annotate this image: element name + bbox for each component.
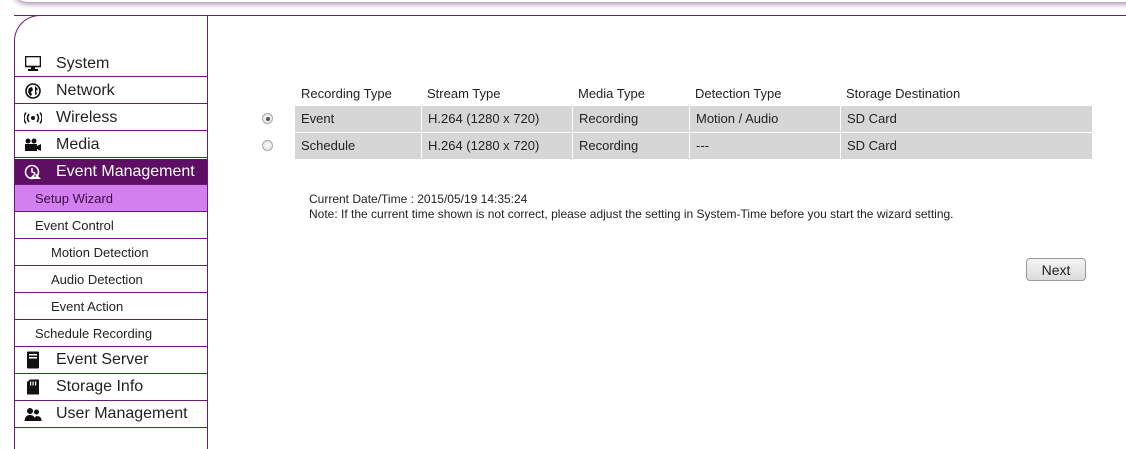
cell-media-type: Recording xyxy=(572,106,689,132)
info-panel: Current Date/Time : 2015/05/19 14:35:24 … xyxy=(309,192,954,222)
sidebar-item-user-management[interactable]: User Management xyxy=(15,401,207,428)
sidebar-item-label: Media xyxy=(56,135,100,153)
sidebar-subitem-setup-wizard[interactable]: Setup Wizard xyxy=(15,185,207,212)
sidebar-subitem-event-control[interactable]: Event Control xyxy=(15,212,207,239)
time-note: Note: If the current time shown is not c… xyxy=(309,207,954,221)
next-button[interactable]: Next xyxy=(1026,258,1086,281)
cell-stream-type: H.264 (1280 x 720) xyxy=(421,133,572,159)
column-header-detection-type: Detection Type xyxy=(695,86,782,101)
event-icon xyxy=(24,163,42,181)
cell-detection-type: --- xyxy=(689,133,840,159)
sidebar-subitem-motion-detection[interactable]: Motion Detection xyxy=(15,239,207,266)
sidebar-item-label: Wireless xyxy=(56,108,118,126)
column-header-media-type: Media Type xyxy=(578,86,645,101)
sidebar: System Network Wireless Media Event Mana… xyxy=(14,40,208,449)
sidebar-item-wireless[interactable]: Wireless xyxy=(15,105,207,131)
sidebar-border xyxy=(207,16,208,40)
sidebar-subitem-label: Schedule Recording xyxy=(35,325,153,341)
sidebar-subitem-label: Setup Wizard xyxy=(35,190,114,206)
cell-detection-type: Motion / Audio xyxy=(689,106,840,132)
cell-storage-destination: SD Card xyxy=(840,133,1092,159)
row-cells: Schedule H.264 (1280 x 720) Recording --… xyxy=(295,133,1092,159)
sd-card-icon xyxy=(24,378,42,396)
sidebar-item-label: User Management xyxy=(56,405,188,422)
monitor-icon xyxy=(24,55,42,73)
sidebar-subitem-event-action[interactable]: Event Action xyxy=(15,293,207,320)
wireless-icon xyxy=(24,109,42,127)
column-header-storage-destination: Storage Destination xyxy=(846,86,961,101)
cell-recording-type: Event xyxy=(301,111,335,126)
current-datetime: Current Date/Time : 2015/05/19 14:35:24 xyxy=(309,192,528,206)
sidebar-subitem-schedule-recording[interactable]: Schedule Recording xyxy=(15,320,207,347)
sidebar-item-label: Event Server xyxy=(56,351,149,368)
cell-recording-type: Schedule xyxy=(301,138,356,153)
users-icon xyxy=(24,405,42,423)
sidebar-item-event-management[interactable]: Event Management xyxy=(15,159,207,185)
sidebar-item-network[interactable]: Network xyxy=(15,78,207,104)
table-row[interactable]: Schedule H.264 (1280 x 720) Recording --… xyxy=(253,133,1093,159)
table-header: Recording Type Stream Type Media Type De… xyxy=(295,80,1092,106)
sidebar-subitem-audio-detection[interactable]: Audio Detection xyxy=(15,266,207,293)
column-header-recording-type: Recording Type xyxy=(301,86,392,101)
sidebar-subitem-label: Event Control xyxy=(35,217,114,233)
sidebar-item-label: Network xyxy=(56,81,115,99)
sidebar-subitem-label: Event Action xyxy=(51,298,124,314)
sidebar-item-event-server[interactable]: Event Server xyxy=(15,347,207,374)
row-cells: Event H.264 (1280 x 720) Recording Motio… xyxy=(295,106,1092,132)
sidebar-subitem-label: Motion Detection xyxy=(51,244,149,260)
sidebar-item-system[interactable]: System xyxy=(15,51,207,77)
server-icon xyxy=(24,351,42,369)
sidebar-item-media[interactable]: Media xyxy=(15,132,207,158)
column-header-stream-type: Stream Type xyxy=(427,86,501,101)
sidebar-item-label: Storage Info xyxy=(56,378,144,395)
sidebar-subitem-label: Audio Detection xyxy=(51,271,143,287)
table-row[interactable]: Event H.264 (1280 x 720) Recording Motio… xyxy=(253,106,1093,132)
top-banner xyxy=(0,0,1126,16)
row-radio-button[interactable] xyxy=(262,140,273,151)
row-radio-button[interactable] xyxy=(262,113,273,124)
sidebar-item-label: System xyxy=(56,54,110,72)
header-divider xyxy=(14,15,1126,16)
cell-stream-type: H.264 (1280 x 720) xyxy=(421,106,572,132)
sidebar-item-storage-info[interactable]: Storage Info xyxy=(15,374,207,401)
cell-media-type: Recording xyxy=(572,133,689,159)
globe-icon xyxy=(24,82,42,100)
sidebar-item-label: Event Management xyxy=(56,162,195,180)
media-icon xyxy=(24,136,42,154)
cell-storage-destination: SD Card xyxy=(840,106,1092,132)
